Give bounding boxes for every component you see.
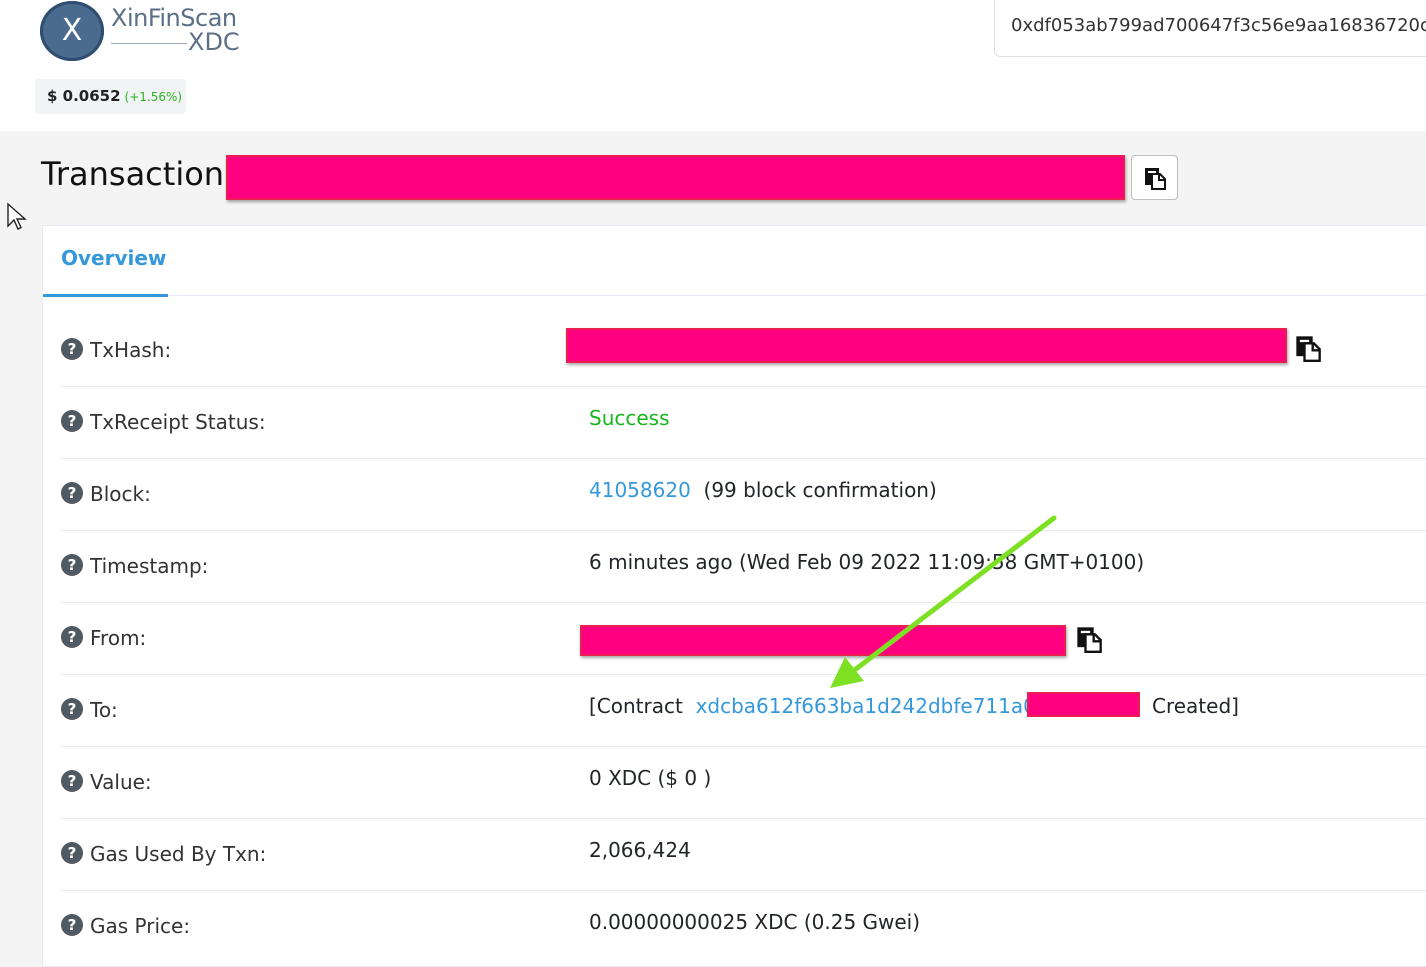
- logo-icon[interactable]: X: [40, 1, 104, 61]
- tab-overview[interactable]: Overview: [61, 246, 166, 270]
- price-value: $ 0.0652: [47, 87, 121, 105]
- price-badge: $ 0.0652 (+1.56%): [35, 79, 186, 114]
- label-gas-used: Gas Used By Txn:: [90, 842, 267, 866]
- redacted-tx-hash: [226, 155, 1125, 200]
- label-block: Block:: [90, 482, 151, 506]
- row-status: ? TxReceipt Status: Success: [61, 386, 1426, 459]
- value-amount: 0 XDC ($ 0 ): [589, 766, 712, 790]
- row-to: ? To: [Contract xdcba612f663ba1d242dbfe7…: [61, 674, 1426, 747]
- top-bar: X XinFinScan XDC $ 0.0652 (+1.56%) 0xdf05…: [0, 0, 1426, 131]
- help-icon[interactable]: ?: [61, 914, 83, 936]
- page-title: Transaction: [41, 155, 225, 193]
- help-icon[interactable]: ?: [61, 410, 83, 432]
- label-value: Value:: [90, 770, 152, 794]
- label-txhash: TxHash:: [90, 338, 172, 362]
- tab-divider: [43, 295, 1426, 296]
- block-confirmations: (99 block confirmation): [703, 478, 937, 502]
- help-icon[interactable]: ?: [61, 698, 83, 720]
- redacted-contract-tail: [1027, 692, 1140, 717]
- search-input[interactable]: 0xdf053ab799ad700647f3c56e9aa16836720c8: [994, 0, 1426, 57]
- block-value: 41058620 (99 block confirmation): [589, 478, 937, 502]
- price-change: (+1.56%): [124, 90, 183, 104]
- help-icon[interactable]: ?: [61, 554, 83, 576]
- redacted-txhash-value: [566, 328, 1287, 363]
- logo-subtitle: XDC: [188, 28, 240, 56]
- help-icon[interactable]: ?: [61, 482, 83, 504]
- copy-icon[interactable]: [1075, 625, 1103, 653]
- copy-icon[interactable]: [1294, 334, 1322, 362]
- help-icon[interactable]: ?: [61, 626, 83, 648]
- copy-button[interactable]: [1131, 155, 1178, 200]
- label-timestamp: Timestamp:: [90, 554, 209, 578]
- row-gas-used: ? Gas Used By Txn: 2,066,424: [61, 818, 1426, 891]
- redacted-from-address: [580, 625, 1066, 656]
- row-block: ? Block: 41058620 (99 block confirmation…: [61, 458, 1426, 531]
- help-icon[interactable]: ?: [61, 842, 83, 864]
- to-value: [Contract xdcba612f663ba1d242dbfe711a0e8…: [589, 694, 1093, 718]
- row-timestamp: ? Timestamp: 6 minutes ago (Wed Feb 09 2…: [61, 530, 1426, 603]
- status-value: Success: [589, 406, 670, 430]
- gas-price-value: 0.00000000025 XDC (0.25 Gwei): [589, 910, 921, 934]
- label-status: TxReceipt Status:: [90, 410, 266, 434]
- tab-active-indicator: [43, 294, 168, 297]
- gas-used-value: 2,066,424: [589, 838, 691, 862]
- label-gas-price: Gas Price:: [90, 914, 191, 938]
- to-prefix: [Contract: [589, 694, 683, 718]
- row-gas-price: ? Gas Price: 0.00000000025 XDC (0.25 Gwe…: [61, 890, 1426, 962]
- row-value: ? Value: 0 XDC ($ 0 ): [61, 746, 1426, 819]
- to-suffix: Created]: [1152, 694, 1239, 718]
- timestamp-value: 6 minutes ago (Wed Feb 09 2022 11:09:58 …: [589, 550, 1145, 574]
- block-number-link[interactable]: 41058620: [589, 478, 691, 502]
- copy-icon: [1144, 167, 1166, 190]
- help-icon[interactable]: ?: [61, 770, 83, 792]
- mouse-cursor-icon: [7, 202, 27, 230]
- logo-divider: [111, 43, 187, 44]
- label-to: To:: [90, 698, 118, 722]
- label-from: From:: [90, 626, 147, 650]
- help-icon[interactable]: ?: [61, 338, 83, 360]
